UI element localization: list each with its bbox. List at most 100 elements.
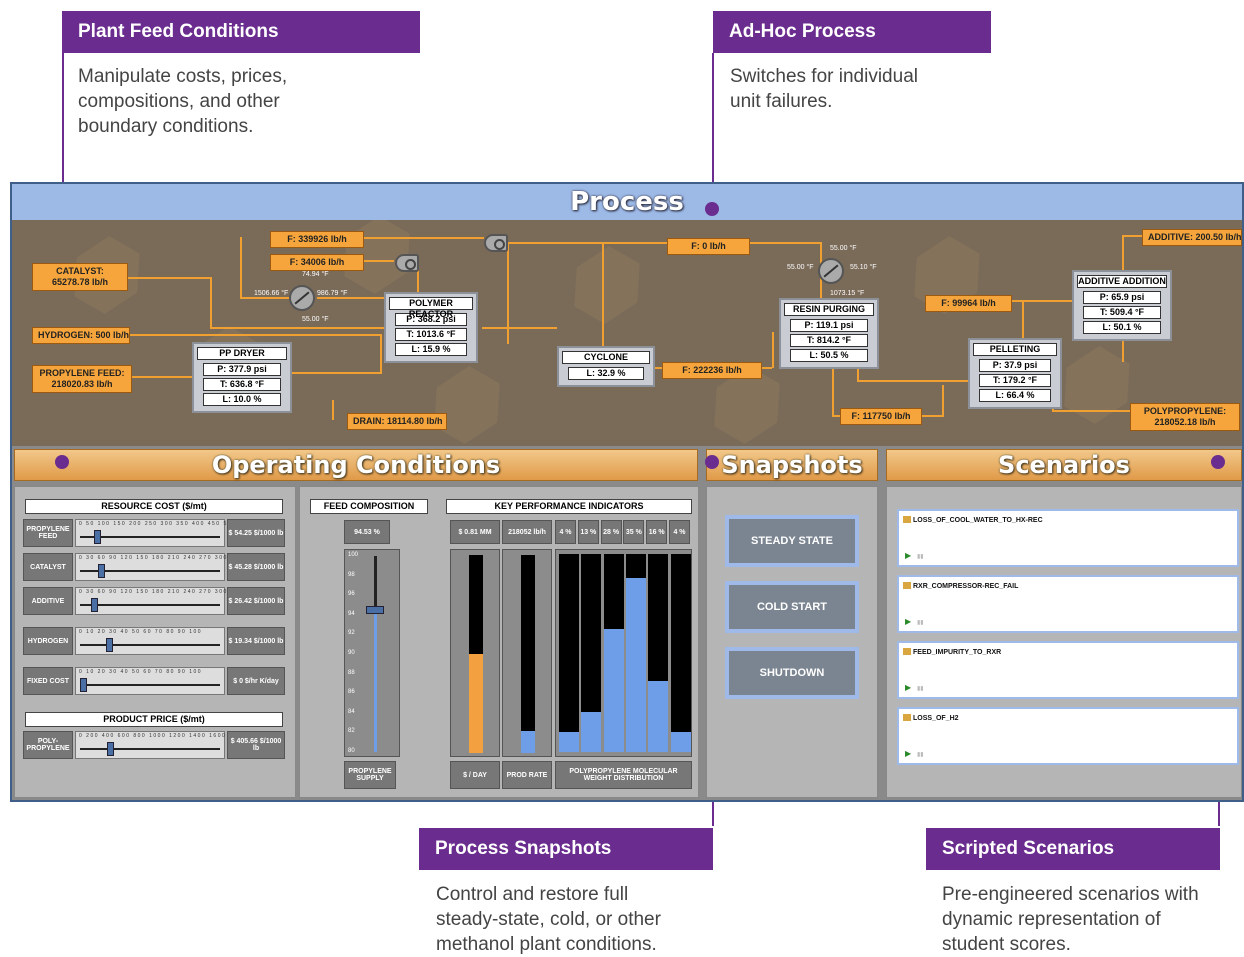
steady-state-button[interactable]: STEADY STATE xyxy=(725,515,859,567)
pipe xyxy=(240,237,242,297)
resin-purging[interactable]: RESIN PURGING P: 119.1 psi T: 814.2 °F L… xyxy=(779,298,879,369)
stream-tag: F: 99964 lb/h xyxy=(925,295,1012,312)
temp-label: 1506.66 °F xyxy=(254,290,289,297)
scenario-name: LOSS_OF_H2 xyxy=(903,714,959,722)
feed-composition-value: 94.53 % xyxy=(344,520,390,544)
cost-slider[interactable]: 0 200 400 600 800 1000 1200 1400 1600 18… xyxy=(75,731,265,759)
compressor-icon[interactable] xyxy=(484,234,508,252)
cost-slider[interactable]: 0 10 20 30 40 50 60 70 80 90 100 xyxy=(75,627,225,655)
scenario-label: RXR_COMPRESSOR-REC_FAIL xyxy=(913,583,1019,590)
unit-pressure: P: 368.2 psi xyxy=(395,313,467,326)
pipe xyxy=(772,332,774,368)
play-icon[interactable]: ▶ xyxy=(905,551,911,560)
slider-tick-label: 90 xyxy=(348,650,355,656)
slider-tick-label: 82 xyxy=(348,728,355,735)
pipe xyxy=(132,376,194,378)
scenario-card[interactable]: LOSS_OF_COOL_WATER_TO_HX-REC ▶ ▮▮ xyxy=(897,509,1239,567)
pipe xyxy=(507,242,667,244)
heat-exchanger-icon[interactable] xyxy=(818,258,844,284)
cost-slider[interactable]: 0 30 60 90 120 150 180 210 240 270 300 xyxy=(75,587,226,615)
polymer-reactor[interactable]: POLYMER REACTOR P: 368.2 psi T: 1013.6 °… xyxy=(384,292,478,363)
cost-slider[interactable]: 0 50 100 150 200 250 300 350 400 450 500 xyxy=(75,519,235,547)
money-label: $ / DAY xyxy=(450,761,500,789)
callout-marker xyxy=(705,202,719,216)
slider-tick-label: 92 xyxy=(348,630,355,637)
kpi-money-gauge xyxy=(450,549,500,757)
bg-hex xyxy=(559,237,655,333)
slider-knob[interactable] xyxy=(107,742,115,756)
callout-plant-feed-title: Plant Feed Conditions xyxy=(62,11,420,53)
unit-title: CYCLONE xyxy=(562,351,650,364)
pause-icon[interactable]: ▮▮ xyxy=(917,751,924,758)
mw-bar-fill xyxy=(625,577,646,752)
unit-pressure: P: 119.1 psi xyxy=(790,319,868,332)
gauge-fill xyxy=(469,654,483,753)
pp-dryer[interactable]: PP DRYER P: 377.9 psi T: 636.8 °F L: 10.… xyxy=(192,342,292,413)
slider-knob[interactable] xyxy=(93,530,101,544)
scenario-card[interactable]: LOSS_OF_H2 ▶ ▮▮ xyxy=(897,707,1239,765)
slider-knob[interactable] xyxy=(90,598,98,612)
snapshots-header: Snapshots xyxy=(706,449,878,481)
callout-line: steady-state, cold, or other xyxy=(436,909,661,930)
callout-line: boundary conditions. xyxy=(78,116,254,137)
slider-knob[interactable] xyxy=(97,564,105,578)
cyclone[interactable]: CYCLONE L: 32.9 % xyxy=(557,346,655,387)
heat-exchanger-icon[interactable] xyxy=(289,285,315,311)
pause-icon[interactable]: ▮▮ xyxy=(917,553,924,560)
callout-marker xyxy=(705,455,719,469)
mw-bar-fill xyxy=(670,732,691,752)
callout-scenarios-title: Scripted Scenarios xyxy=(926,828,1220,870)
cost-label: CATALYST xyxy=(23,553,73,581)
cold-start-button[interactable]: COLD START xyxy=(725,581,859,633)
slider-ticks: 0 50 100 150 200 250 300 350 400 450 500 xyxy=(79,521,237,527)
cost-slider-row: CATALYST 0 30 60 90 120 150 180 210 240 … xyxy=(23,553,287,581)
callout-snapshots-text: Control and restore full steady-state, c… xyxy=(436,882,661,957)
cost-value: $ 405.66 $/1000 lb xyxy=(227,731,285,759)
callout-line: Control and restore full xyxy=(436,884,629,905)
unit-level: L: 32.9 % xyxy=(568,367,644,380)
mw-bar xyxy=(581,554,602,752)
slider-tick-label: 96 xyxy=(348,591,355,598)
pipe xyxy=(922,415,942,417)
additive-addition[interactable]: ADDITIVE ADDITION P: 65.9 psi T: 509.4 °… xyxy=(1072,270,1172,341)
pause-icon[interactable]: ▮▮ xyxy=(917,619,924,626)
simulator-window: Process 74.94 °F 1506.66 °F 986.79 °F 55… xyxy=(10,182,1244,802)
mw-bin-value: 28 % xyxy=(600,520,622,544)
pipe xyxy=(210,327,385,329)
scenario-card[interactable]: RXR_COMPRESSOR-REC_FAIL ▶ ▮▮ xyxy=(897,575,1239,633)
scenario-card[interactable]: FEED_IMPURITY_TO_RXR ▶ ▮▮ xyxy=(897,641,1239,699)
pipe xyxy=(380,334,382,372)
cost-slider[interactable]: 0 30 60 90 120 150 180 210 240 270 300 xyxy=(75,553,226,581)
feed-kpi-panel: FEED COMPOSITION KEY PERFORMANCE INDICAT… xyxy=(299,486,699,798)
temp-label: 55.00 °F xyxy=(787,264,814,271)
slider-knob[interactable] xyxy=(366,605,384,614)
slider-knob[interactable] xyxy=(105,638,113,652)
play-icon[interactable]: ▶ xyxy=(905,617,911,626)
temp-label: 74.94 °F xyxy=(302,271,329,278)
cost-label: FIXED COST xyxy=(23,667,73,695)
compressor-icon[interactable] xyxy=(395,254,419,272)
scenarios-panel: LOSS_OF_COOL_WATER_TO_HX-REC ▶ ▮▮ RXR_COM… xyxy=(886,486,1242,798)
play-icon[interactable]: ▶ xyxy=(905,749,911,758)
unit-temperature: T: 1013.6 °F xyxy=(395,328,467,341)
script-icon xyxy=(903,582,911,589)
shutdown-button[interactable]: SHUTDOWN xyxy=(725,647,859,699)
callout-line: Switches for individual xyxy=(730,66,918,87)
mw-bar xyxy=(648,554,669,752)
stream-tag-propylene: PROPYLENE FEED: 218020.83 lb/h xyxy=(32,365,132,393)
temp-label: 55.00 °F xyxy=(830,245,857,252)
slider-knob[interactable] xyxy=(80,678,87,692)
cost-slider[interactable]: 0 10 20 30 40 50 60 70 80 90 100 xyxy=(75,667,225,695)
unit-temperature: T: 179.2 °F xyxy=(979,374,1051,387)
pelleting[interactable]: PELLETING P: 37.9 psi T: 179.2 °F L: 66.… xyxy=(968,338,1062,409)
pause-icon[interactable]: ▮▮ xyxy=(917,685,924,692)
feed-composition-slider[interactable]: 100 98 96 94 92 90 88 86 84 82 80 xyxy=(344,549,400,757)
pipe xyxy=(292,372,382,374)
unit-temperature: T: 814.2 °F xyxy=(790,334,868,347)
callout-marker xyxy=(55,455,69,469)
slider-track xyxy=(80,644,220,646)
rate-label: PROD RATE xyxy=(502,761,552,789)
play-icon[interactable]: ▶ xyxy=(905,683,911,692)
pipe xyxy=(317,297,387,299)
gauge-track xyxy=(521,555,535,753)
